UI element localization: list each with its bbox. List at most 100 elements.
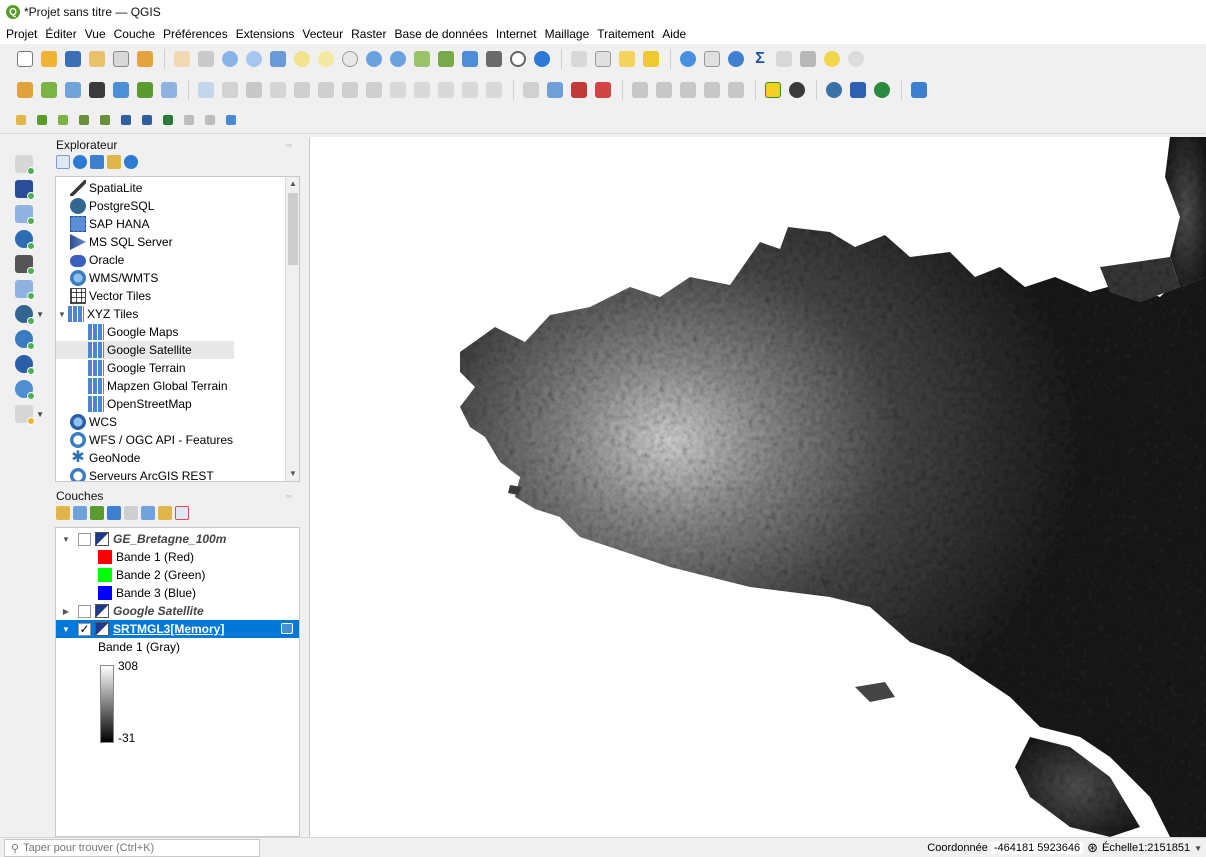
layout-manager-button[interactable]: [110, 48, 132, 70]
pan-to-selection-button[interactable]: [195, 48, 217, 70]
layer-row-srtmgl3[interactable]: ▼ ✓ SRTMGL3[Memory]: [56, 620, 299, 638]
layer-visibility-checkbox[interactable]: ✓: [78, 622, 91, 636]
label-properties-button[interactable]: [725, 79, 747, 101]
add-wms-layer-button[interactable]: [12, 327, 36, 351]
add-raster-layer-button[interactable]: [12, 177, 36, 201]
zoom-out-button[interactable]: [243, 48, 265, 70]
add-mesh-layer-button[interactable]: [12, 202, 36, 226]
pin-labels-button[interactable]: [592, 79, 614, 101]
new-spatialite-layer-button[interactable]: [86, 79, 108, 101]
add-postgis-layer-button[interactable]: ▼: [12, 302, 44, 326]
browser-item-vector-tiles[interactable]: Vector Tiles: [70, 287, 151, 305]
undo-button[interactable]: [459, 79, 481, 101]
browser-item-wms[interactable]: WMS/WMTS: [70, 269, 158, 287]
georeferencer-button[interactable]: [762, 79, 784, 101]
new-temporary-layer-button[interactable]: [134, 79, 156, 101]
pan-button[interactable]: [171, 48, 193, 70]
globe-button[interactable]: [786, 79, 808, 101]
layer-labeling-button[interactable]: [520, 79, 542, 101]
new-mesh-layer-button[interactable]: [158, 79, 180, 101]
browser-item-geonode[interactable]: ✱ GeoNode: [70, 449, 140, 467]
browser-item-wcs[interactable]: WCS: [70, 413, 117, 431]
zoom-to-selection-button[interactable]: [291, 48, 313, 70]
plugin-tool-4-button[interactable]: [77, 113, 91, 127]
add-virtual-layer-button[interactable]: [12, 277, 36, 301]
plugin-tool-1-button[interactable]: [14, 113, 28, 127]
menu-vecteur[interactable]: Vecteur: [302, 27, 343, 41]
current-edits-button[interactable]: [195, 79, 217, 101]
add-wfs-layer-button[interactable]: [12, 377, 36, 401]
locator-search-button[interactable]: [845, 48, 867, 70]
browser-item-oracle[interactable]: Oracle: [70, 251, 124, 269]
collapse-all-icon[interactable]: [158, 506, 172, 520]
zoom-full-button[interactable]: [267, 48, 289, 70]
open-field-calculator-button[interactable]: [701, 48, 723, 70]
python-console-button[interactable]: [823, 79, 845, 101]
help-button[interactable]: [908, 79, 930, 101]
zoom-native-button[interactable]: [339, 48, 361, 70]
add-wcs-layer-button[interactable]: [12, 352, 36, 376]
layer-visibility-checkbox[interactable]: [78, 604, 91, 618]
zoom-last-button[interactable]: [363, 48, 385, 70]
temporal-controller-button[interactable]: [507, 48, 529, 70]
plugin-tool-8-button[interactable]: [161, 113, 175, 127]
move-label-button[interactable]: [629, 79, 651, 101]
layers-dock-buttons-icon[interactable]: ▫▫: [286, 492, 292, 501]
scroll-thumb[interactable]: [288, 193, 298, 265]
plugin-tool-10-button[interactable]: [203, 113, 217, 127]
modify-attributes-button[interactable]: [339, 79, 361, 101]
menu-base-de-donnees[interactable]: Base de données: [394, 27, 487, 41]
browser-item-google-maps[interactable]: Google Maps: [88, 323, 178, 341]
layer-diagram-button[interactable]: [544, 79, 566, 101]
toggle-extents-icon[interactable]: ⊛: [1087, 840, 1098, 856]
browser-item-google-terrain[interactable]: Google Terrain: [88, 359, 186, 377]
browser-dock-buttons-icon[interactable]: ▫▫: [286, 141, 292, 150]
expand-arrow-icon[interactable]: ▼: [58, 310, 68, 319]
plugin-button[interactable]: [847, 79, 869, 101]
menu-editer[interactable]: Éditer: [45, 27, 76, 41]
delete-selected-button[interactable]: [363, 79, 385, 101]
layer-visibility-checkbox[interactable]: [78, 532, 91, 546]
identify-features-button[interactable]: [568, 48, 590, 70]
locator-search-box[interactable]: ⚲ Taper pour trouver (Ctrl+K): [4, 839, 260, 857]
menu-couche[interactable]: Couche: [114, 27, 155, 41]
identify-results-button[interactable]: [677, 48, 699, 70]
filter-expression-icon[interactable]: [124, 506, 138, 520]
refresh-button[interactable]: [531, 48, 553, 70]
highlight-labels-button[interactable]: [568, 79, 590, 101]
paste-features-button[interactable]: [435, 79, 457, 101]
plugin-tool-9-button[interactable]: [182, 113, 196, 127]
scroll-up-icon[interactable]: ▲: [288, 178, 298, 190]
attribute-table-dropdown-button[interactable]: [773, 48, 795, 70]
spatial-bookmark-button[interactable]: [459, 48, 481, 70]
layer-row-ge-bretagne[interactable]: ▼ GE_Bretagne_100m: [56, 530, 299, 548]
menu-maillage[interactable]: Maillage: [545, 27, 590, 41]
add-feature-button[interactable]: [291, 79, 313, 101]
plugin-tool-6-button[interactable]: [119, 113, 133, 127]
rotate-label-button[interactable]: [653, 79, 675, 101]
add-delimited-text-button[interactable]: [12, 227, 36, 251]
save-project-button[interactable]: [62, 48, 84, 70]
map-tips-button[interactable]: [821, 48, 843, 70]
zoom-next-button[interactable]: [387, 48, 409, 70]
zoom-in-button[interactable]: [219, 48, 241, 70]
menu-traitement[interactable]: Traitement: [597, 27, 654, 41]
browser-scrollbar[interactable]: ▲ ▼: [285, 177, 299, 481]
add-vector-layer-button[interactable]: [12, 152, 36, 176]
memory-layer-indicator-icon[interactable]: [281, 623, 293, 634]
scale-field[interactable]: 1:2151851: [1138, 842, 1190, 854]
collapse-all-icon[interactable]: [107, 155, 121, 169]
deselect-button[interactable]: [640, 48, 662, 70]
plugin-tool-2-button[interactable]: [35, 113, 49, 127]
manage-visibility-icon[interactable]: [90, 506, 104, 520]
browser-item-sap-hana[interactable]: SAP HANA: [70, 215, 149, 233]
vertex-tool-button[interactable]: [315, 79, 337, 101]
scroll-down-icon[interactable]: ▼: [288, 468, 298, 480]
new-virtual-layer-button[interactable]: [110, 79, 132, 101]
processing-toolbox-button[interactable]: [725, 48, 747, 70]
collapse-arrow-icon[interactable]: ▼: [60, 535, 72, 544]
browser-item-postgresql[interactable]: PostgreSQL: [70, 197, 154, 215]
menu-internet[interactable]: Internet: [496, 27, 537, 41]
add-selected-layers-icon[interactable]: [56, 155, 70, 169]
new-print-layout-button[interactable]: [86, 48, 108, 70]
